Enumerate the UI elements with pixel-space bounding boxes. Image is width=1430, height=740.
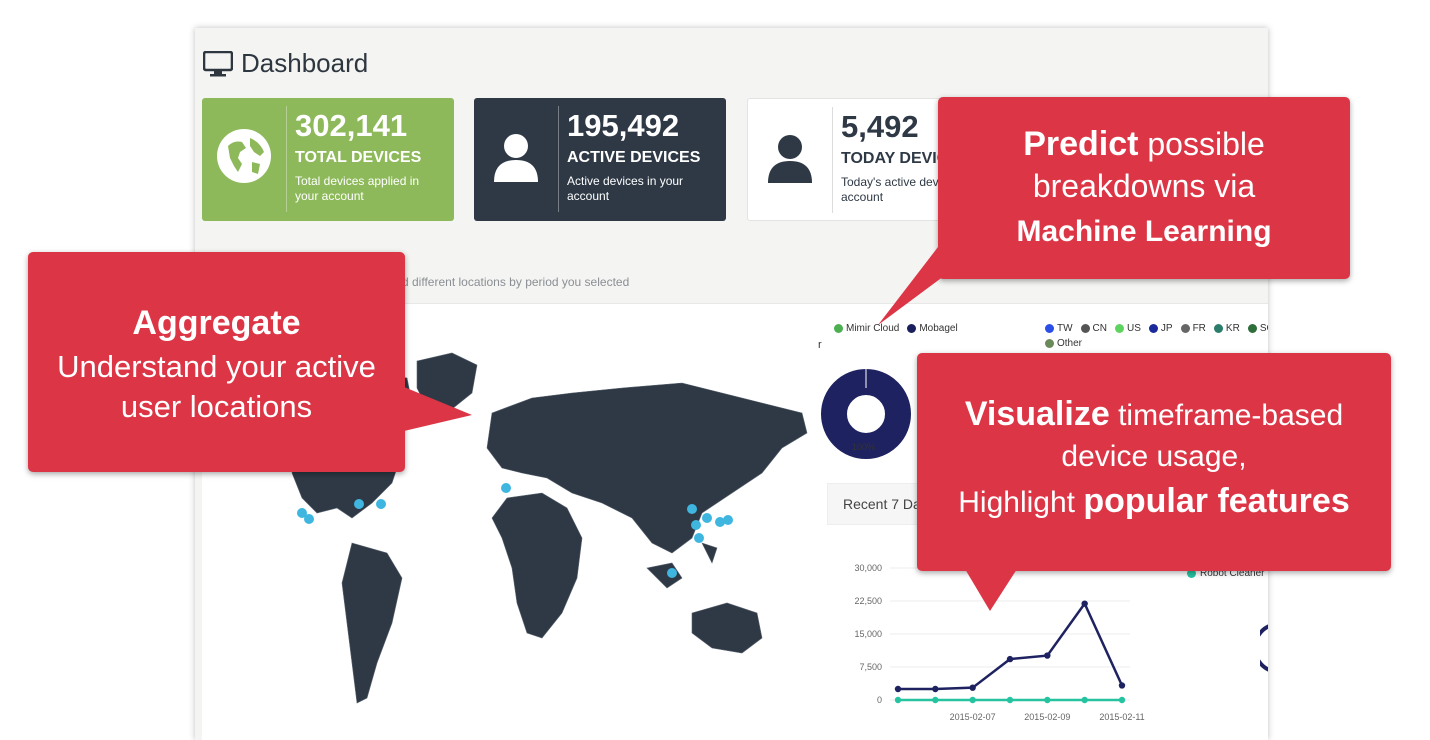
legend-label: TW <box>1057 323 1073 334</box>
visualize-line3: Highlight popular features <box>917 482 1391 521</box>
series-point-1 <box>894 696 902 704</box>
visualize-callout: Visualize timeframe-based device usage, … <box>917 353 1391 611</box>
donut-chart[interactable]: 100% <box>820 368 912 460</box>
total-devices-value: 302,141 <box>295 108 408 143</box>
user-icon <box>494 134 538 182</box>
card-divider <box>832 107 833 213</box>
visualize-line1: Visualize timeframe-based <box>917 395 1391 434</box>
legend-label: FR <box>1192 323 1206 334</box>
active-devices-desc: Active devices in your account <box>567 174 684 203</box>
series-point-0 <box>969 684 976 691</box>
legend-label: US <box>1127 323 1141 334</box>
aggregate-body: Understand your active user locations <box>57 349 376 424</box>
series-point-0 <box>1118 682 1126 689</box>
legend-label: CN <box>1092 323 1107 334</box>
visualize-rest3: Highlight <box>958 486 1084 519</box>
visualize-bold: Visualize <box>964 395 1110 433</box>
globe-icon <box>217 129 271 183</box>
legend-country: TW CN US JP FR KR SG Other <box>1045 323 1268 349</box>
active-devices-value: 195,492 <box>567 108 680 143</box>
series-point-1 <box>969 696 976 704</box>
x-tick-label: 2015-02-09 <box>1024 712 1070 722</box>
series-point-0 <box>894 685 902 693</box>
legend-label: JP <box>1160 323 1173 334</box>
predict-rest: possible <box>1138 126 1265 162</box>
legend-label: KR <box>1225 323 1240 334</box>
series-line-0 <box>898 601 1124 691</box>
legend-label: SG <box>1259 323 1268 334</box>
x-tick-label: 2015-02-11 <box>1099 712 1144 722</box>
x-tick-label: 2015-02-07 <box>950 712 996 722</box>
donut-percent: 100% <box>852 442 875 452</box>
monitor-icon <box>203 50 233 76</box>
aggregate-title: Aggregate <box>132 304 301 342</box>
y-tick-label: 15,000 <box>854 629 882 639</box>
series-point-1 <box>1006 696 1014 704</box>
series-point-0 <box>1044 652 1051 659</box>
y-tick-label: 0 <box>877 695 882 705</box>
page-title: Dashboard <box>203 48 368 79</box>
visualize-line2: device usage, <box>1061 440 1247 473</box>
active-devices-card[interactable]: 195,492 ACTIVE DEVICES Active devices in… <box>474 98 726 221</box>
series-point-1 <box>932 696 939 704</box>
callout-pointer <box>878 247 983 325</box>
legend-label: Other <box>1057 338 1083 349</box>
y-tick-label: 22,500 <box>854 596 882 606</box>
y-tick-label: 7,500 <box>859 662 882 672</box>
visualize-rest: timeframe-based <box>1109 399 1344 432</box>
visualize-bold3: popular features <box>1083 482 1350 520</box>
card-divider <box>558 106 559 212</box>
today-devices-value: 5,492 <box>841 109 919 144</box>
callout-pointer <box>404 387 472 431</box>
page-title-text: Dashboard <box>241 48 369 78</box>
predict-callout: Predict possible breakdowns via Machine … <box>878 97 1350 325</box>
card-divider <box>286 106 287 212</box>
total-devices-desc: Total devices applied in your account <box>295 174 420 203</box>
active-devices-label: ACTIVE DEVICES <box>567 149 701 166</box>
predict-line1: Predict possible <box>938 125 1350 164</box>
partial-donut <box>1260 624 1268 672</box>
predict-bold: Predict <box>1023 125 1139 163</box>
total-devices-card[interactable]: 302,141 TOTAL DEVICES Total devices appl… <box>202 98 454 221</box>
series-point-1 <box>1118 696 1126 704</box>
predict-line3: Machine Learning <box>1016 215 1272 248</box>
predict-line2: breakdowns via <box>1032 168 1256 204</box>
total-devices-label: TOTAL DEVICES <box>295 149 422 166</box>
panel-subtitle: d different locations by period you sele… <box>402 275 630 289</box>
today-devices-label: TODAY DEVIC <box>841 150 949 167</box>
series-point-1 <box>1081 696 1088 704</box>
stray-label: r <box>818 339 822 351</box>
recent-label: Recent 7 Da <box>843 496 921 512</box>
aggregate-callout: Aggregate Understand your active user lo… <box>28 252 472 472</box>
y-tick-label: 30,000 <box>854 563 882 573</box>
series-point-0 <box>932 685 939 693</box>
callout-pointer <box>965 569 1017 611</box>
series-point-1 <box>1044 696 1051 704</box>
user-icon <box>768 135 812 183</box>
series-point-0 <box>1006 655 1014 663</box>
legend-dot <box>834 324 843 333</box>
series-point-0 <box>1081 600 1088 607</box>
